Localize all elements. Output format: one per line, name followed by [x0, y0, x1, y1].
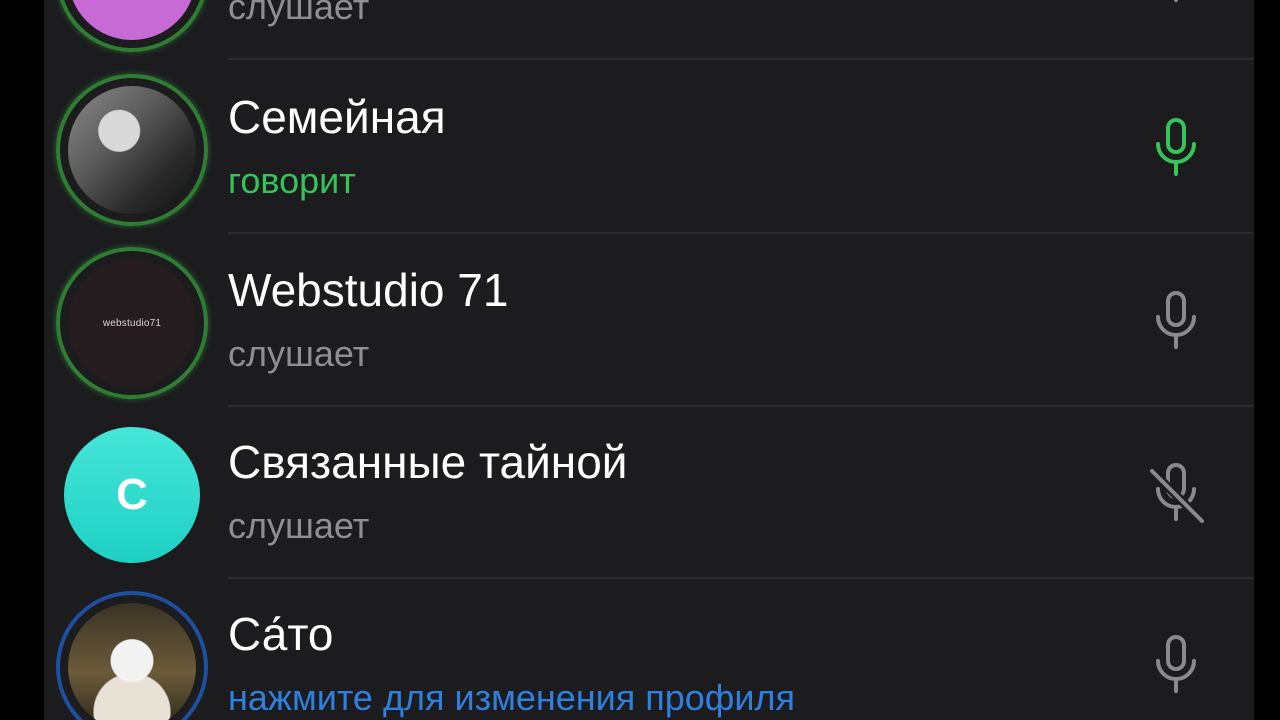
avatar-initial: С [116, 470, 148, 519]
avatar-ring [56, 74, 208, 226]
avatar [68, 603, 196, 720]
participant-name: Семейная [228, 91, 446, 143]
participant-status: говорит [228, 160, 356, 201]
mic-icon[interactable] [1144, 0, 1208, 6]
participant-row[interactable]: С Связанные тайной слушает [44, 407, 1254, 579]
avatar-ring [56, 591, 208, 720]
participant-name: Са́то [228, 608, 334, 660]
participant-row[interactable]: webstudio71 Webstudio 71 слушает [44, 235, 1254, 407]
participant-status: слушает [228, 505, 370, 546]
participant-status: слушает [228, 0, 370, 27]
avatar-ring: webstudio71 [56, 247, 208, 399]
participant-status: слушает [228, 333, 370, 374]
avatar-logo-text: webstudio71 [102, 317, 162, 329]
avatar: С [64, 427, 200, 563]
avatar: webstudio71 [68, 259, 196, 387]
mic-icon[interactable] [1144, 116, 1208, 180]
divider [228, 232, 1254, 234]
edit-profile-link[interactable]: нажмите для изменения профиля [228, 677, 795, 719]
mic-icon[interactable] [1144, 289, 1208, 353]
participant-name: Webstudio 71 [228, 264, 509, 316]
mic-muted-icon[interactable] [1144, 461, 1208, 525]
participant-row[interactable]: Са́то нажмите для изменения профиля [44, 579, 1254, 720]
participants-list: слушает Семейная говорит webstudio71 Web… [44, 0, 1254, 720]
avatar [68, 86, 196, 214]
divider [228, 58, 1254, 60]
avatar-ring: С [56, 419, 208, 571]
participant-row[interactable]: Семейная говорит [44, 62, 1254, 234]
participant-name: Связанные тайной [228, 436, 628, 488]
avatar-ring [56, 0, 208, 52]
participant-row[interactable]: слушает [44, 0, 1254, 60]
avatar [68, 0, 196, 40]
mic-icon[interactable] [1144, 633, 1208, 697]
